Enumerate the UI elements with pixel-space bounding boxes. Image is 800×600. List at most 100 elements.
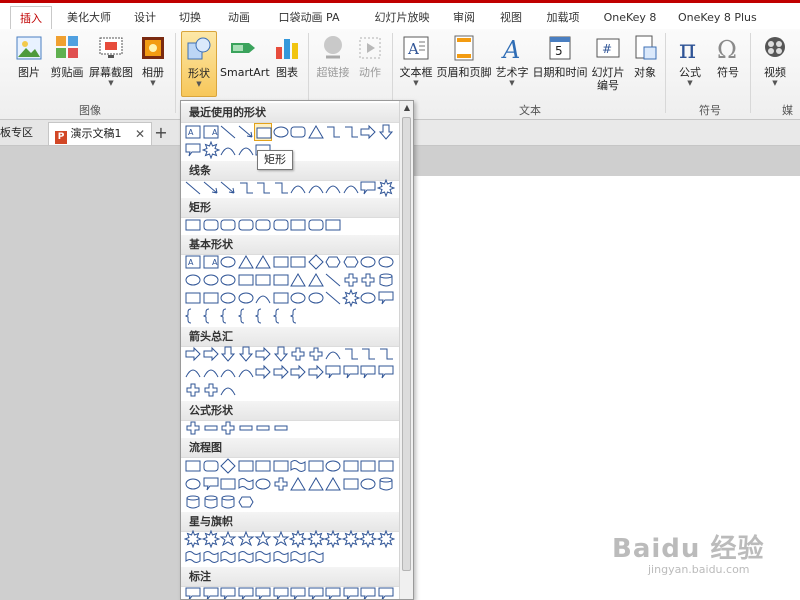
shape-callout-icon[interactable] xyxy=(202,585,220,599)
shape-callout-icon[interactable] xyxy=(324,585,342,599)
shape-callout-icon[interactable] xyxy=(202,475,220,493)
shape-flag-icon[interactable] xyxy=(272,548,290,566)
header-footer-button[interactable]: 页眉和页脚 xyxy=(436,31,492,97)
shape-rect-icon[interactable] xyxy=(272,457,290,475)
shape-flag-icon[interactable] xyxy=(254,548,272,566)
shape-curve-icon[interactable] xyxy=(237,363,255,381)
shape-elbow-icon[interactable] xyxy=(237,179,255,197)
shape-oval-icon[interactable] xyxy=(307,289,325,307)
shape-callout-icon[interactable] xyxy=(342,363,360,381)
shape-oval-icon[interactable] xyxy=(359,475,377,493)
shape-oval-icon[interactable] xyxy=(289,289,307,307)
add-tab-button[interactable]: + xyxy=(152,122,170,145)
shape-rarrow-icon[interactable] xyxy=(307,363,325,381)
shape-vtext-icon[interactable]: A xyxy=(202,123,220,141)
shape-callout-icon[interactable] xyxy=(359,179,377,197)
shape-elbow-icon[interactable] xyxy=(254,179,272,197)
shape-brace-icon[interactable] xyxy=(237,307,255,325)
shape-rect-icon[interactable] xyxy=(237,457,255,475)
shape-rarrow-icon[interactable] xyxy=(254,363,272,381)
chart-button[interactable]: 图表 xyxy=(272,31,302,97)
shape-callout-icon[interactable] xyxy=(184,141,202,159)
shape-flag-icon[interactable] xyxy=(307,548,325,566)
shape-burst-icon[interactable] xyxy=(341,289,360,307)
shape-rect-icon[interactable] xyxy=(272,289,290,307)
textbox-button[interactable]: A 文本框 ▼ xyxy=(398,31,434,97)
shape-rrect-icon[interactable] xyxy=(202,457,220,475)
shape-star-icon[interactable] xyxy=(237,530,255,548)
shape-rect-icon[interactable] xyxy=(184,457,202,475)
shape-callout-icon[interactable] xyxy=(307,585,325,599)
shape-diamond-icon[interactable] xyxy=(219,457,237,475)
shape-plus-icon[interactable] xyxy=(307,345,325,363)
shape-rrect-icon[interactable] xyxy=(307,216,325,234)
shape-callout-icon[interactable] xyxy=(342,585,360,599)
shape-elbow-icon[interactable] xyxy=(272,179,290,197)
shape-rect-icon[interactable] xyxy=(342,475,360,493)
clipart-button[interactable]: 剪贴画 xyxy=(50,31,84,97)
shape-burst-icon[interactable] xyxy=(376,530,395,548)
shape-callout-icon[interactable] xyxy=(324,363,342,381)
shape-curve-icon[interactable] xyxy=(219,141,237,159)
shape-curve-icon[interactable] xyxy=(289,179,307,197)
shape-flag-icon[interactable] xyxy=(237,475,255,493)
shape-darrow-icon[interactable] xyxy=(237,345,255,363)
shape-oval-icon[interactable] xyxy=(184,475,202,493)
shape-can-icon[interactable] xyxy=(219,493,237,511)
shapes-button[interactable]: 形状 ▼ xyxy=(181,31,217,97)
shape-oval-icon[interactable] xyxy=(359,253,377,271)
shape-darrow-icon[interactable] xyxy=(219,345,237,363)
shape-arrow-icon[interactable] xyxy=(202,179,220,197)
shape-burst-icon[interactable] xyxy=(376,179,395,197)
shape-oval-icon[interactable] xyxy=(219,253,237,271)
shape-curve-icon[interactable] xyxy=(237,141,255,159)
shape-tri-icon[interactable] xyxy=(289,271,307,289)
shape-elbow-icon[interactable] xyxy=(359,345,377,363)
doctab-presentation1[interactable]: P 演示文稿1 ✕ xyxy=(48,122,152,145)
shape-rrect-icon[interactable] xyxy=(272,216,290,234)
screenshot-button[interactable]: 屏幕截图 ▼ xyxy=(88,31,134,97)
shape-plus-icon[interactable] xyxy=(289,345,307,363)
close-icon[interactable]: ✕ xyxy=(135,123,145,145)
shape-brace-icon[interactable] xyxy=(289,307,307,325)
shape-star-icon[interactable] xyxy=(219,530,237,548)
shape-callout-icon[interactable] xyxy=(377,363,395,381)
shape-plus-icon[interactable] xyxy=(359,271,377,289)
shape-flag-icon[interactable] xyxy=(289,457,307,475)
shape-star-icon[interactable] xyxy=(254,530,272,548)
shape-minus-icon[interactable] xyxy=(272,419,290,437)
shape-tri-icon[interactable] xyxy=(237,253,255,271)
shape-flag-icon[interactable] xyxy=(289,548,307,566)
action-button[interactable]: 动作 xyxy=(355,31,385,97)
shape-line-icon[interactable] xyxy=(219,123,237,141)
shape-elbow-icon[interactable] xyxy=(342,123,360,141)
smartart-button[interactable]: SmartArt xyxy=(220,31,270,97)
symbol-button[interactable]: Ω 符号 xyxy=(712,31,744,97)
shape-rarrow-icon[interactable] xyxy=(202,345,220,363)
shape-hex-icon[interactable] xyxy=(342,253,360,271)
shape-minus-icon[interactable] xyxy=(254,419,272,437)
shape-oval-icon[interactable] xyxy=(202,271,220,289)
shape-callout-icon[interactable] xyxy=(219,585,237,599)
shape-oval-icon[interactable] xyxy=(272,123,290,141)
shape-rect-icon[interactable] xyxy=(289,216,307,234)
shape-arrow-icon[interactable] xyxy=(237,123,255,141)
shape-line-icon[interactable] xyxy=(324,289,342,307)
shape-plus-icon[interactable] xyxy=(272,475,290,493)
shape-brace-icon[interactable] xyxy=(254,307,272,325)
shape-oval-icon[interactable] xyxy=(377,253,395,271)
shape-rect-icon[interactable] xyxy=(324,216,342,234)
shape-curve-icon[interactable] xyxy=(254,289,272,307)
shape-rect-icon[interactable] xyxy=(219,475,237,493)
shape-rarrow-icon[interactable] xyxy=(184,345,202,363)
shape-rarrow-icon[interactable] xyxy=(254,345,272,363)
shape-callout-icon[interactable] xyxy=(359,585,377,599)
shape-diamond-icon[interactable] xyxy=(307,253,325,271)
scroll-thumb[interactable] xyxy=(402,117,411,571)
shape-darrow-icon[interactable] xyxy=(272,345,290,363)
shape-burst-icon[interactable] xyxy=(201,141,220,159)
shape-curve-icon[interactable] xyxy=(324,345,342,363)
shape-rarrow-icon[interactable] xyxy=(359,123,377,141)
shape-elbow-icon[interactable] xyxy=(377,345,395,363)
shape-minus-icon[interactable] xyxy=(237,419,255,437)
